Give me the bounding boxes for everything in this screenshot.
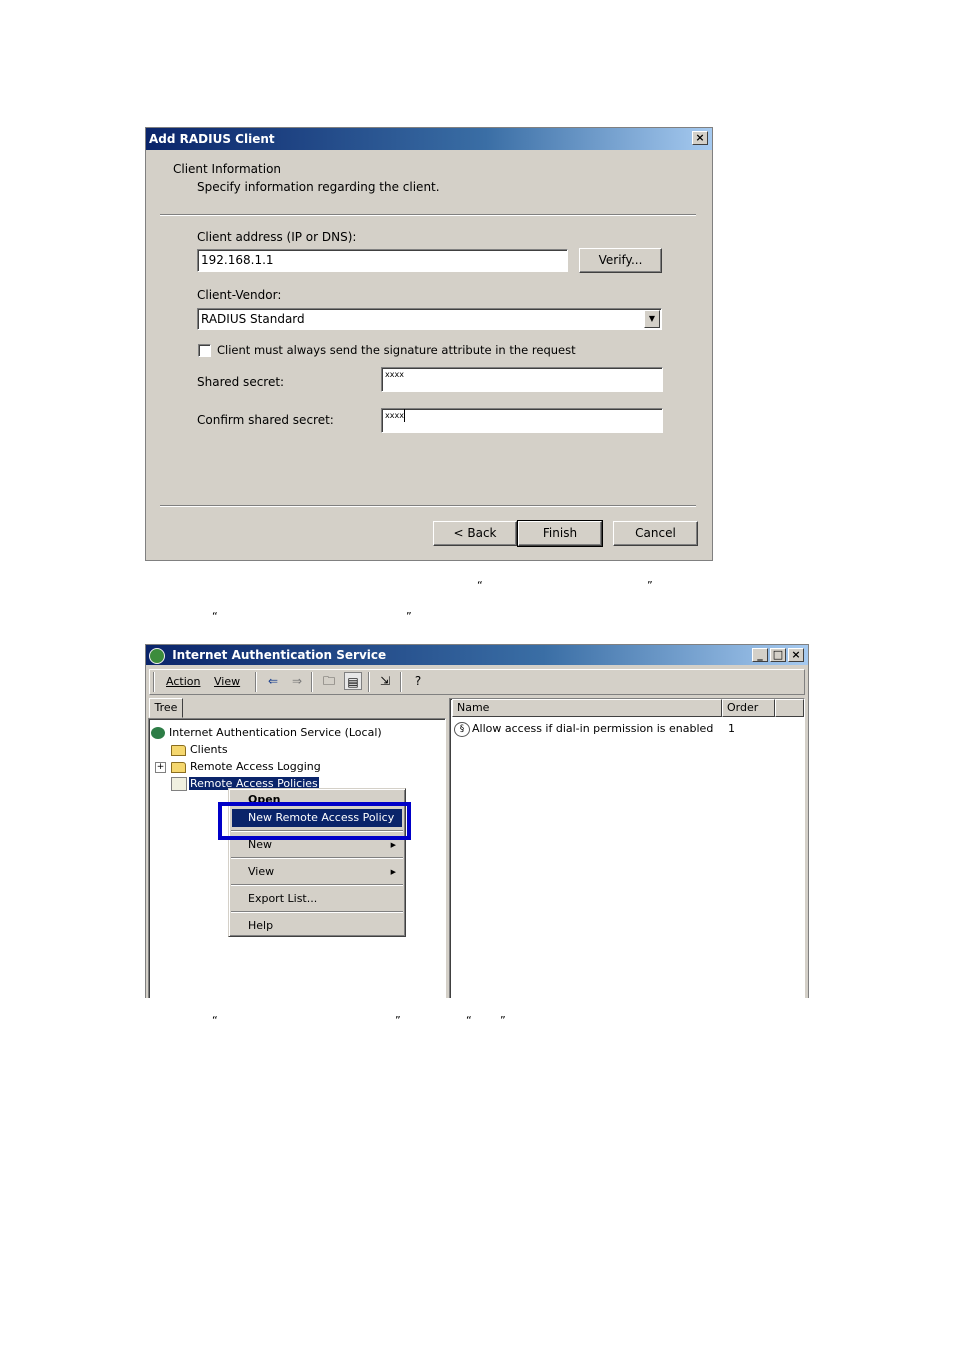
export-list-icon[interactable]: ⇲ [376, 672, 394, 690]
client-vendor-label: Client-Vendor: [197, 288, 282, 302]
toolbar-separator [255, 672, 257, 692]
chevron-down-icon[interactable]: ▼ [644, 310, 660, 328]
client-address-input[interactable]: 192.168.1.1 [197, 249, 568, 272]
dialog-title: Add RADIUS Client [149, 132, 275, 146]
caption3-close-quote-a: ” [395, 1014, 401, 1027]
caption3-open-quote-b: “ [466, 1014, 472, 1027]
caption2-open-quote: “ [212, 610, 218, 623]
section-title: Client Information [173, 162, 282, 176]
client-vendor-select[interactable]: RADIUS Standard ▼ [197, 308, 662, 330]
caption2-close-quote: ” [406, 610, 412, 623]
confirm-secret-label: Confirm shared secret: [197, 413, 334, 427]
header-divider [160, 214, 696, 216]
text-caret [403, 409, 405, 422]
confirm-secret-value: xxxx [385, 411, 404, 420]
table-row[interactable]: § Allow access if dial-in permission is e… [454, 721, 713, 737]
expand-icon[interactable]: + [155, 761, 166, 773]
ias-title: Internet Authentication Service [172, 648, 387, 662]
column-header-order[interactable]: Order [722, 699, 775, 717]
highlight-callout [218, 802, 411, 840]
caption1-close-quote: ” [647, 579, 653, 592]
tree-item-remote-access-logging[interactable]: + Remote Access Logging [155, 759, 321, 775]
tree-item-clients[interactable]: Clients [171, 742, 228, 758]
back-arrow-icon[interactable]: ⇐ [264, 672, 282, 690]
forward-arrow-icon[interactable]: ⇒ [288, 672, 306, 690]
client-vendor-value: RADIUS Standard [201, 312, 305, 326]
shared-secret-label: Shared secret: [197, 375, 285, 389]
cancel-button[interactable]: Cancel [613, 521, 698, 546]
toolbar-separator [368, 672, 370, 692]
menu-action[interactable]: Action [166, 675, 200, 688]
caption3-close-quote-b: ” [500, 1014, 506, 1027]
menu-item-view[interactable]: View ▶ [232, 863, 402, 881]
show-tree-icon[interactable]: ▤ [344, 672, 362, 690]
column-header-name[interactable]: Name [452, 699, 722, 717]
back-button[interactable]: < Back [433, 521, 517, 546]
folder-icon [171, 744, 186, 756]
menu-view[interactable]: View [214, 675, 240, 688]
toolbar-grip [153, 672, 155, 692]
toolbar-separator [400, 672, 402, 692]
folder-icon [171, 761, 186, 773]
confirm-secret-input[interactable]: xxxx [381, 408, 663, 433]
signature-checkbox-label: Client must always send the signature at… [217, 343, 576, 357]
menu-item-export-list[interactable]: Export List... [232, 890, 402, 908]
ias-window: Internet Authentication Service _ □ × Ac… [145, 644, 809, 998]
dialog-titlebar[interactable]: Add RADIUS Client × [146, 128, 712, 150]
maximize-icon[interactable]: □ [770, 648, 786, 662]
close-icon[interactable]: × [692, 131, 708, 145]
caption1-open-quote: “ [477, 579, 483, 592]
ias-titlebar[interactable]: Internet Authentication Service _ □ × [146, 645, 808, 665]
up-folder-icon[interactable]: 🗀 [320, 672, 338, 690]
ias-app-icon [149, 647, 165, 664]
policy-icon: § [454, 721, 470, 737]
shared-secret-input[interactable]: xxxx [381, 367, 663, 392]
finish-button[interactable]: Finish [517, 520, 603, 547]
caption3-open-quote-a: “ [212, 1014, 218, 1027]
section-description: Specify information regarding the client… [197, 180, 440, 194]
menu-separator [231, 857, 403, 859]
client-address-label: Client address (IP or DNS): [197, 230, 357, 244]
close-icon[interactable]: × [788, 648, 804, 662]
server-icon [151, 727, 165, 739]
help-icon[interactable]: ? [409, 672, 427, 690]
policy-icon [171, 777, 187, 791]
list-pane: Name Order § Allow access if dial-in perm… [449, 698, 805, 998]
tree-item-ias-local[interactable]: Internet Authentication Service (Local) [151, 725, 382, 741]
menu-separator [231, 884, 403, 886]
toolbar: Action View ⇐ ⇒ 🗀 ▤ ⇲ ? [149, 669, 805, 695]
menu-item-help[interactable]: Help [232, 917, 402, 935]
column-header-filler [775, 699, 804, 717]
verify-button[interactable]: Verify... [579, 248, 662, 273]
menu-separator [231, 911, 403, 913]
minimize-icon[interactable]: _ [752, 648, 768, 662]
tab-tree[interactable]: Tree [149, 698, 183, 718]
footer-divider [160, 505, 696, 507]
toolbar-separator [311, 672, 313, 692]
row-order-value: 1 [728, 722, 735, 735]
add-radius-client-dialog: Add RADIUS Client × Client Information S… [145, 127, 713, 561]
signature-checkbox[interactable] [198, 344, 211, 357]
submenu-arrow-icon: ▶ [390, 868, 396, 876]
